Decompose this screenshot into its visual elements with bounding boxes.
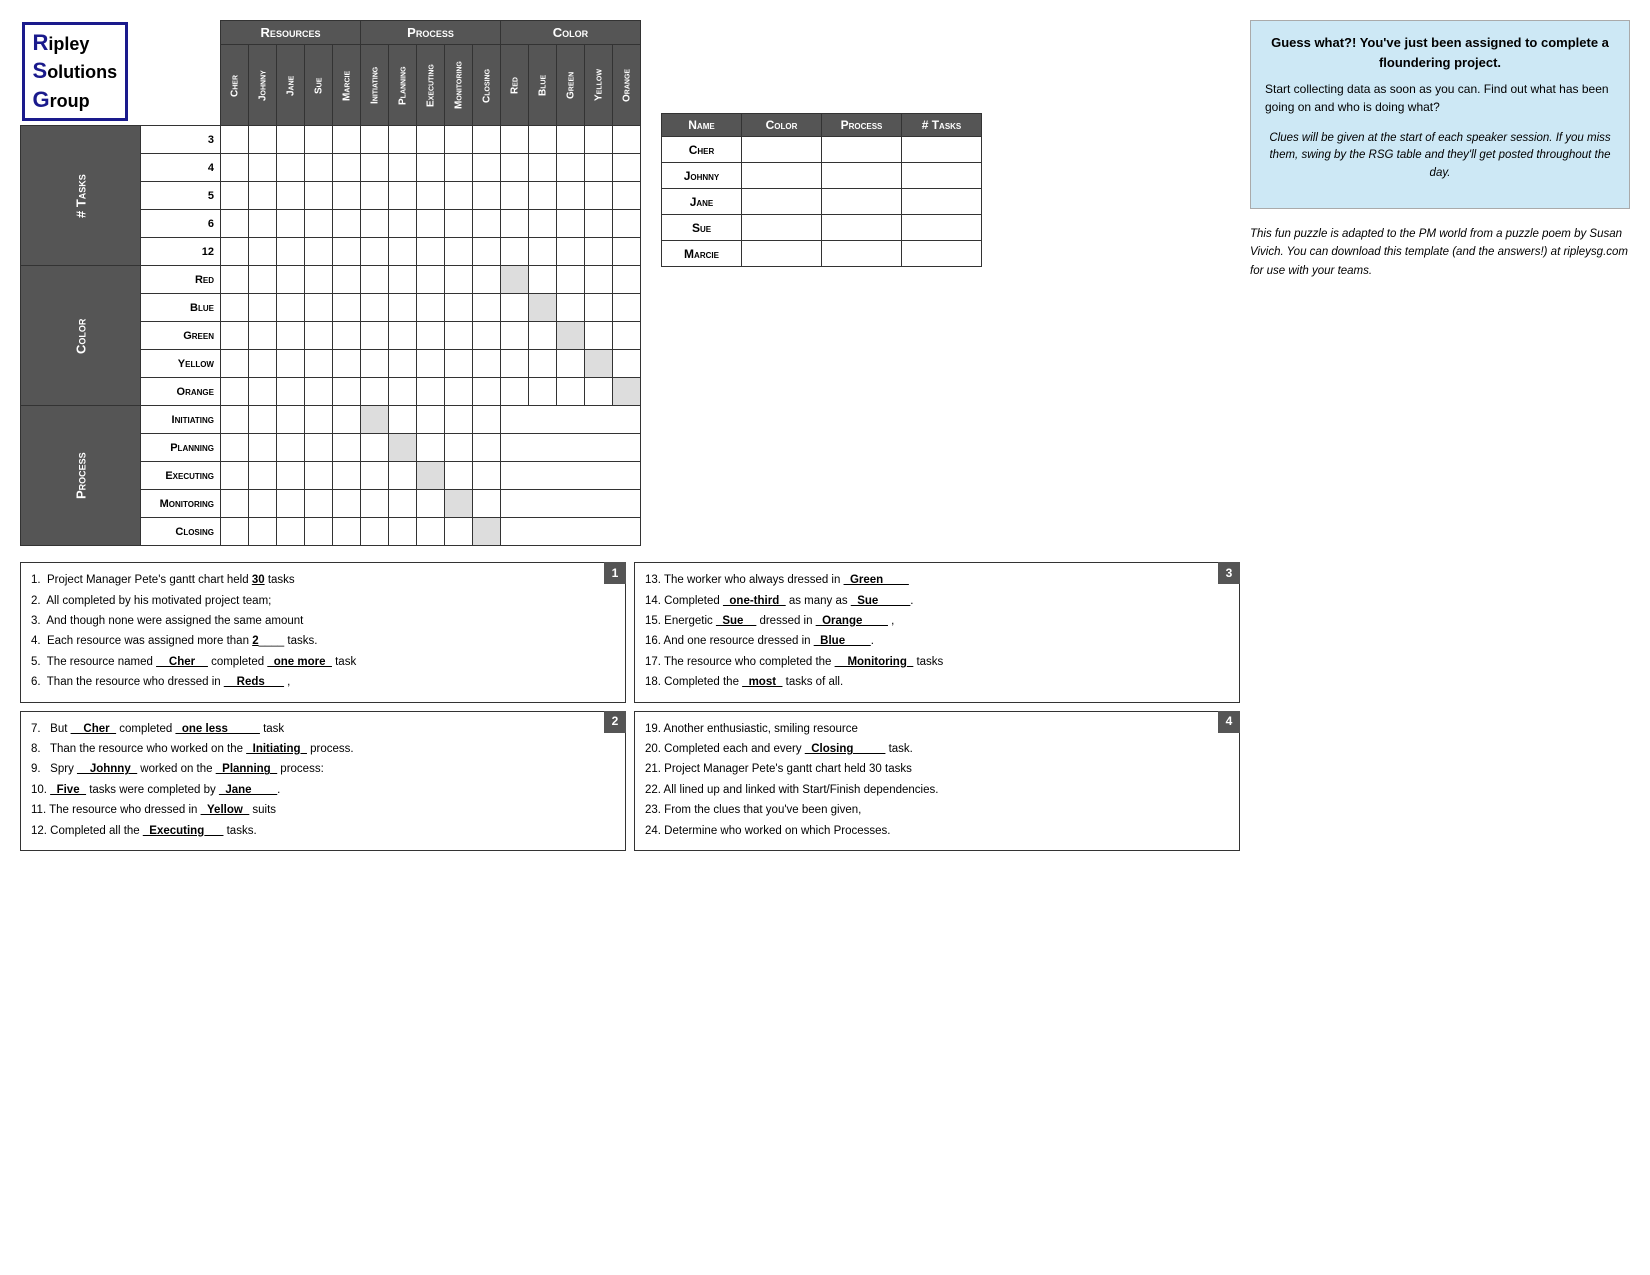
answer-row-johnny: Johnny <box>662 163 982 189</box>
answer-row-cher: Cher <box>662 137 982 163</box>
ans-process-johnny[interactable] <box>822 163 902 189</box>
ans-process-sue[interactable] <box>822 215 902 241</box>
row-label-4: 4 <box>141 154 221 182</box>
puzzle-grid: Ripley Solutions Group Resources Process… <box>20 20 641 546</box>
info-body2: Clues will be given at the start of each… <box>1265 124 1615 188</box>
ans-name-cher: Cher <box>662 137 742 163</box>
ans-tasks-marcie[interactable] <box>902 241 982 267</box>
row-label-12: 12 <box>141 238 221 266</box>
clue-box-1: 1 1. Project Manager Pete's gantt chart … <box>20 562 626 702</box>
col-red: Red <box>501 45 529 126</box>
row-label-6: 6 <box>141 210 221 238</box>
row-label-closing: Closing <box>141 518 221 546</box>
col-cher: Cher <box>221 45 249 126</box>
row-label-monitoring: Monitoring <box>141 490 221 518</box>
process-side-header: Process <box>21 406 141 546</box>
row-label-green: Green <box>141 322 221 350</box>
col-monitoring: Monitoring <box>445 45 473 126</box>
ans-tasks-jane[interactable] <box>902 189 982 215</box>
ans-color-cher[interactable] <box>742 137 822 163</box>
col-executing: Executing <box>417 45 445 126</box>
color-header-top: Color <box>501 21 641 45</box>
row-label-blue: Blue <box>141 294 221 322</box>
ans-name-sue: Sue <box>662 215 742 241</box>
clue-section: 1 1. Project Manager Pete's gantt chart … <box>20 562 1240 851</box>
answer-table: Name Color Process # Tasks Cher <box>661 113 982 267</box>
right-section: Guess what?! You've just been assigned t… <box>1250 20 1630 851</box>
clue-number-3: 3 <box>1218 562 1240 584</box>
process-row-initiating: Process Initiating <box>21 406 641 434</box>
ans-header-color: Color <box>742 114 822 137</box>
ans-name-marcie: Marcie <box>662 241 742 267</box>
col-orange: Orange <box>613 45 641 126</box>
left-section: Ripley Solutions Group Resources Process… <box>20 20 1240 851</box>
col-sue: Sue <box>305 45 333 126</box>
puzzle-and-answer-area: Ripley Solutions Group Resources Process… <box>20 20 1240 546</box>
ans-header-name: Name <box>662 114 742 137</box>
answer-row-jane: Jane <box>662 189 982 215</box>
clue-box-4: 4 19. Another enthusiastic, smiling reso… <box>634 711 1240 851</box>
col-planning: Planning <box>389 45 417 126</box>
clue-box-2: 2 7. But __Cher_ completed _one less____… <box>20 711 626 851</box>
process-header: Process <box>361 21 501 45</box>
col-marcie: Marcie <box>333 45 361 126</box>
row-label-orange: Orange <box>141 378 221 406</box>
col-johnny: Johnny <box>249 45 277 126</box>
answer-row-sue: Sue <box>662 215 982 241</box>
ans-color-marcie[interactable] <box>742 241 822 267</box>
ans-process-marcie[interactable] <box>822 241 902 267</box>
row-label-red: Red <box>141 266 221 294</box>
col-jane: Jane <box>277 45 305 126</box>
info-body1: Start collecting data as soon as you can… <box>1265 80 1615 116</box>
ans-header-process: Process <box>822 114 902 137</box>
row-label-executing: Executing <box>141 462 221 490</box>
puzzle-grid-container: Ripley Solutions Group Resources Process… <box>20 20 641 546</box>
row-label-5: 5 <box>141 182 221 210</box>
answer-row-marcie: Marcie <box>662 241 982 267</box>
clue-number-1: 1 <box>604 562 626 584</box>
info-body3: This fun puzzle is adapted to the PM wor… <box>1250 225 1630 280</box>
ans-header-tasks: # Tasks <box>902 114 982 137</box>
page: Ripley Solutions Group Resources Process… <box>20 20 1630 851</box>
col-blue: Blue <box>529 45 557 126</box>
logo: Ripley Solutions Group <box>22 22 129 122</box>
color-row-red: Color Red <box>21 266 641 294</box>
tasks-row-3: # Tasks 3 <box>21 126 641 154</box>
info-box-main: Guess what?! You've just been assigned t… <box>1250 20 1630 209</box>
clue-number-2: 2 <box>604 711 626 733</box>
resources-header: Resources <box>221 21 361 45</box>
ans-color-jane[interactable] <box>742 189 822 215</box>
tasks-side-header: # Tasks <box>21 126 141 266</box>
col-initiating: Initiating <box>361 45 389 126</box>
col-yellow: Yellow <box>585 45 613 126</box>
row-label-3: 3 <box>141 126 221 154</box>
answer-table-container: Name Color Process # Tasks Cher <box>661 105 982 267</box>
col-green: Green <box>557 45 585 126</box>
clue-number-4: 4 <box>1218 711 1240 733</box>
ans-tasks-sue[interactable] <box>902 215 982 241</box>
ans-process-jane[interactable] <box>822 189 902 215</box>
row-label-yellow: Yellow <box>141 350 221 378</box>
clue-box-3: 3 13. The worker who always dressed in _… <box>634 562 1240 702</box>
color-side-header: Color <box>21 266 141 406</box>
info-headline: Guess what?! You've just been assigned t… <box>1265 33 1615 72</box>
row-label-initiating: Initiating <box>141 406 221 434</box>
col-closing: Closing <box>473 45 501 126</box>
ans-tasks-johnny[interactable] <box>902 163 982 189</box>
ans-name-jane: Jane <box>662 189 742 215</box>
ans-process-cher[interactable] <box>822 137 902 163</box>
ans-tasks-cher[interactable] <box>902 137 982 163</box>
ans-color-johnny[interactable] <box>742 163 822 189</box>
row-label-planning: Planning <box>141 434 221 462</box>
ans-color-sue[interactable] <box>742 215 822 241</box>
ans-name-johnny: Johnny <box>662 163 742 189</box>
